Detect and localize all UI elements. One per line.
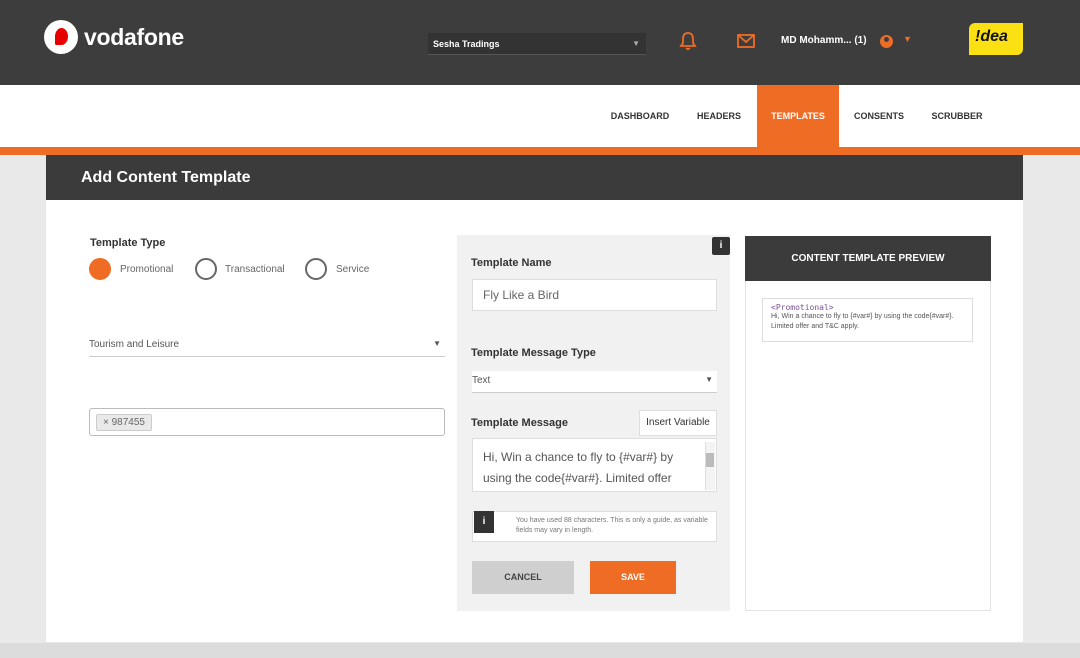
message-scrollbar-thumb[interactable]	[706, 453, 714, 467]
preview-type-tag: <Promotional>	[771, 303, 834, 312]
company-select[interactable]: Sesha Tradings ▼	[428, 33, 646, 55]
chevron-down-icon[interactable]: ▼	[903, 34, 912, 44]
main-nav: DASHBOARD HEADERS TEMPLATES CONSENTS SCR…	[0, 85, 1080, 147]
vodafone-logo-icon	[44, 20, 78, 54]
brand-name: vodafone	[84, 23, 184, 50]
top-bar: vodafone Sesha Tradings ▼ MD Mohamm... (…	[0, 0, 1080, 85]
message-label: Template Message	[471, 417, 569, 429]
chevron-down-icon: ▼	[433, 339, 441, 348]
header-tag-input[interactable]: × 987455	[89, 408, 445, 436]
radio-service-label[interactable]: Service	[336, 264, 369, 275]
message-type-select[interactable]: Text ▼	[472, 371, 717, 393]
preview-box: <Promotional> Hi, Win a chance to fly to…	[762, 298, 973, 342]
radio-transactional-label[interactable]: Transactional	[225, 264, 285, 275]
nav-templates[interactable]: TEMPLATES	[757, 85, 839, 147]
template-message-textarea[interactable]: Hi, Win a chance to fly to {#var#} by us…	[472, 438, 717, 492]
user-name[interactable]: MD Mohamm... (1)	[781, 35, 867, 46]
category-select[interactable]: Tourism and Leisure ▼	[89, 335, 445, 357]
nav-scrubber[interactable]: SCRUBBER	[921, 85, 993, 147]
company-select-value: Sesha Tradings	[433, 39, 500, 49]
character-hint-text: You have used 88 characters. This is onl…	[516, 517, 708, 534]
preview-title: CONTENT TEMPLATE PREVIEW	[745, 236, 991, 281]
info-icon: i	[474, 511, 494, 533]
template-name-label: Template Name	[471, 257, 552, 269]
radio-transactional[interactable]	[195, 258, 217, 280]
page-footer	[0, 643, 1080, 658]
template-name-input[interactable]	[472, 279, 717, 311]
mail-icon[interactable]	[735, 30, 757, 52]
insert-variable-button[interactable]: Insert Variable	[639, 410, 717, 436]
radio-service[interactable]	[305, 258, 327, 280]
radio-promotional[interactable]	[89, 258, 111, 280]
radio-promotional-label[interactable]: Promotional	[120, 264, 173, 275]
nav-dashboard[interactable]: DASHBOARD	[600, 85, 680, 147]
cancel-button[interactable]: CANCEL	[472, 561, 574, 594]
info-icon[interactable]: i	[712, 237, 730, 255]
content-template-preview	[745, 236, 991, 611]
user-icon[interactable]	[880, 35, 893, 48]
vodafone-logo[interactable]: vodafone	[44, 20, 184, 54]
preview-text: Hi, Win a chance to fly to {#var#} by us…	[771, 313, 954, 330]
chevron-down-icon: ▼	[705, 375, 713, 384]
idea-logo: !dea	[969, 23, 1023, 55]
nav-consents[interactable]: CONSENTS	[845, 85, 913, 147]
nav-accent-bar	[0, 147, 1080, 155]
panel-title: Add Content Template	[46, 155, 1023, 200]
header-tag[interactable]: × 987455	[96, 414, 152, 431]
template-type-label: Template Type	[90, 237, 166, 249]
save-button[interactable]: SAVE	[590, 561, 676, 594]
bell-icon[interactable]	[677, 30, 699, 52]
chevron-down-icon: ▼	[632, 39, 640, 48]
message-type-label: Template Message Type	[471, 347, 596, 359]
category-select-value: Tourism and Leisure	[89, 339, 180, 350]
nav-headers[interactable]: HEADERS	[686, 85, 752, 147]
message-type-value: Text	[472, 375, 491, 386]
